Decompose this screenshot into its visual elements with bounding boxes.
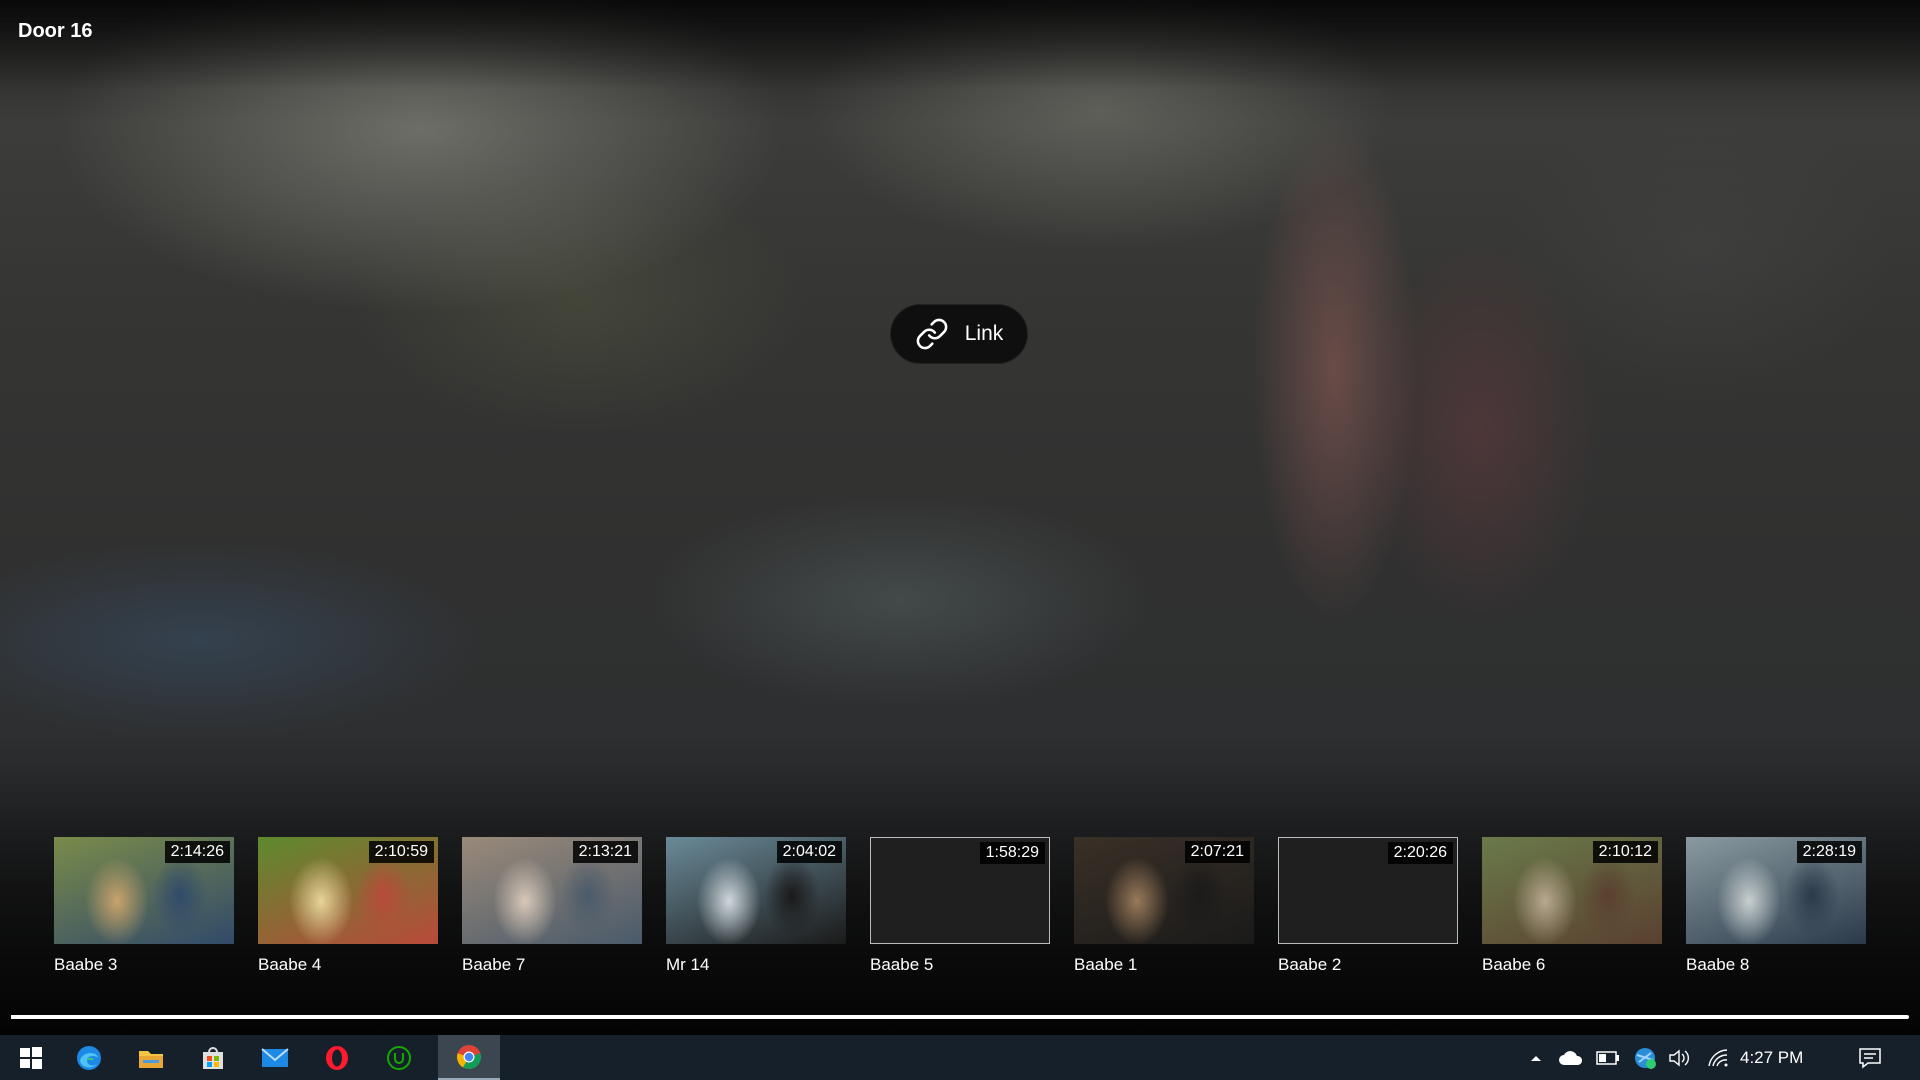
- related-video-title[interactable]: Baabe 8: [1686, 955, 1866, 975]
- file-explorer-app[interactable]: [120, 1035, 182, 1080]
- related-video-title[interactable]: Mr 14: [666, 955, 846, 975]
- video-player[interactable]: Door 16 Link 2:14:26 Baabe 3 2:10:59 Baabe …: [0, 0, 1920, 1035]
- related-video-title[interactable]: Baabe 3: [54, 955, 234, 975]
- progress-fill: [11, 1015, 904, 1019]
- video-duration: 2:13:21: [572, 841, 638, 863]
- video-duration: 2:04:02: [776, 841, 842, 863]
- video-thumbnail[interactable]: 2:10:12: [1482, 837, 1662, 944]
- video-duration: 2:10:59: [368, 841, 434, 863]
- video-duration: 2:20:26: [1387, 842, 1453, 864]
- folder-icon: [139, 1050, 163, 1068]
- link-button[interactable]: Link: [890, 304, 1028, 364]
- related-video-item[interactable]: 1:58:29 Baabe 5: [870, 837, 1050, 975]
- action-center-button[interactable]: [1848, 1035, 1892, 1080]
- progress-bar[interactable]: [11, 1015, 1909, 1019]
- related-video-item[interactable]: 2:13:21 Baabe 7: [462, 837, 642, 975]
- show-hidden-icons-button[interactable]: [1526, 1035, 1546, 1080]
- video-title: Door 16: [18, 20, 93, 42]
- taskbar: 4:27 PM: [0, 1035, 1920, 1080]
- related-video-item[interactable]: 2:04:02 Mr 14: [666, 837, 846, 975]
- related-video-title[interactable]: Baabe 2: [1278, 955, 1458, 975]
- video-thumbnail[interactable]: 2:20:26: [1278, 837, 1458, 944]
- start-button[interactable]: [0, 1035, 62, 1080]
- related-video-item[interactable]: 2:10:12 Baabe 6: [1482, 837, 1662, 975]
- related-video-title[interactable]: Baabe 6: [1482, 955, 1662, 975]
- top-gradient: [0, 0, 1920, 90]
- network-status-icon: [1635, 1047, 1656, 1069]
- store-icon: [203, 1046, 223, 1069]
- related-video-title[interactable]: Baabe 7: [462, 955, 642, 975]
- chevron-up-icon: [1531, 1055, 1541, 1061]
- related-video-item[interactable]: 2:28:19 Baabe 8: [1686, 837, 1866, 975]
- video-thumbnail[interactable]: 2:10:59: [258, 837, 438, 944]
- onedrive-button[interactable]: [1556, 1035, 1586, 1080]
- mail-app[interactable]: [244, 1035, 306, 1080]
- network-status-button[interactable]: [1630, 1035, 1660, 1080]
- opera-icon: [326, 1045, 348, 1070]
- opera-app[interactable]: [306, 1035, 368, 1080]
- link-icon: [916, 318, 948, 350]
- store-app[interactable]: [182, 1035, 244, 1080]
- volume-icon: [1669, 1049, 1689, 1066]
- related-video-title[interactable]: Baabe 1: [1074, 955, 1254, 975]
- battery-button[interactable]: [1594, 1035, 1622, 1080]
- edge-app[interactable]: [58, 1035, 120, 1080]
- upwork-app[interactable]: [368, 1035, 430, 1080]
- video-thumbnail[interactable]: 2:04:02: [666, 837, 846, 944]
- video-thumbnail[interactable]: 2:13:21: [462, 837, 642, 944]
- taskbar-clock[interactable]: 4:27 PM: [1740, 1048, 1803, 1068]
- windows-icon: [20, 1046, 42, 1069]
- video-thumbnail[interactable]: 2:28:19: [1686, 837, 1866, 944]
- onedrive-icon: [1559, 1050, 1583, 1065]
- upwork-icon: [387, 1045, 411, 1070]
- video-duration: 2:10:12: [1592, 841, 1658, 863]
- edge-icon: [77, 1045, 101, 1070]
- video-duration: 2:14:26: [164, 841, 230, 863]
- wifi-button[interactable]: [1704, 1035, 1732, 1080]
- link-button-label: Link: [964, 322, 1004, 345]
- notification-icon: [1859, 1047, 1881, 1069]
- wifi-icon: [1708, 1048, 1728, 1066]
- video-thumbnail[interactable]: 2:07:21: [1074, 837, 1254, 944]
- volume-button[interactable]: [1666, 1035, 1694, 1080]
- battery-icon: [1596, 1050, 1619, 1065]
- video-thumbnail[interactable]: 1:58:29: [870, 837, 1050, 944]
- video-duration: 2:28:19: [1796, 841, 1862, 863]
- chrome-icon: [457, 1044, 481, 1069]
- related-video-item[interactable]: 2:10:59 Baabe 4: [258, 837, 438, 975]
- video-duration: 1:58:29: [979, 842, 1045, 864]
- video-thumbnail[interactable]: 2:14:26: [54, 837, 234, 944]
- related-video-item[interactable]: 2:07:21 Baabe 1: [1074, 837, 1254, 975]
- related-video-item[interactable]: 2:20:26 Baabe 2: [1278, 837, 1458, 975]
- mail-icon: [261, 1047, 289, 1067]
- video-duration: 2:07:21: [1184, 841, 1250, 863]
- related-video-title[interactable]: Baabe 4: [258, 955, 438, 975]
- related-video-title[interactable]: Baabe 5: [870, 955, 1050, 975]
- related-video-item[interactable]: 2:14:26 Baabe 3: [54, 837, 234, 975]
- chrome-app[interactable]: [438, 1035, 500, 1080]
- related-videos-strip: 2:14:26 Baabe 3 2:10:59 Baabe 4 2:13:21 Baabe…: [0, 837, 1920, 987]
